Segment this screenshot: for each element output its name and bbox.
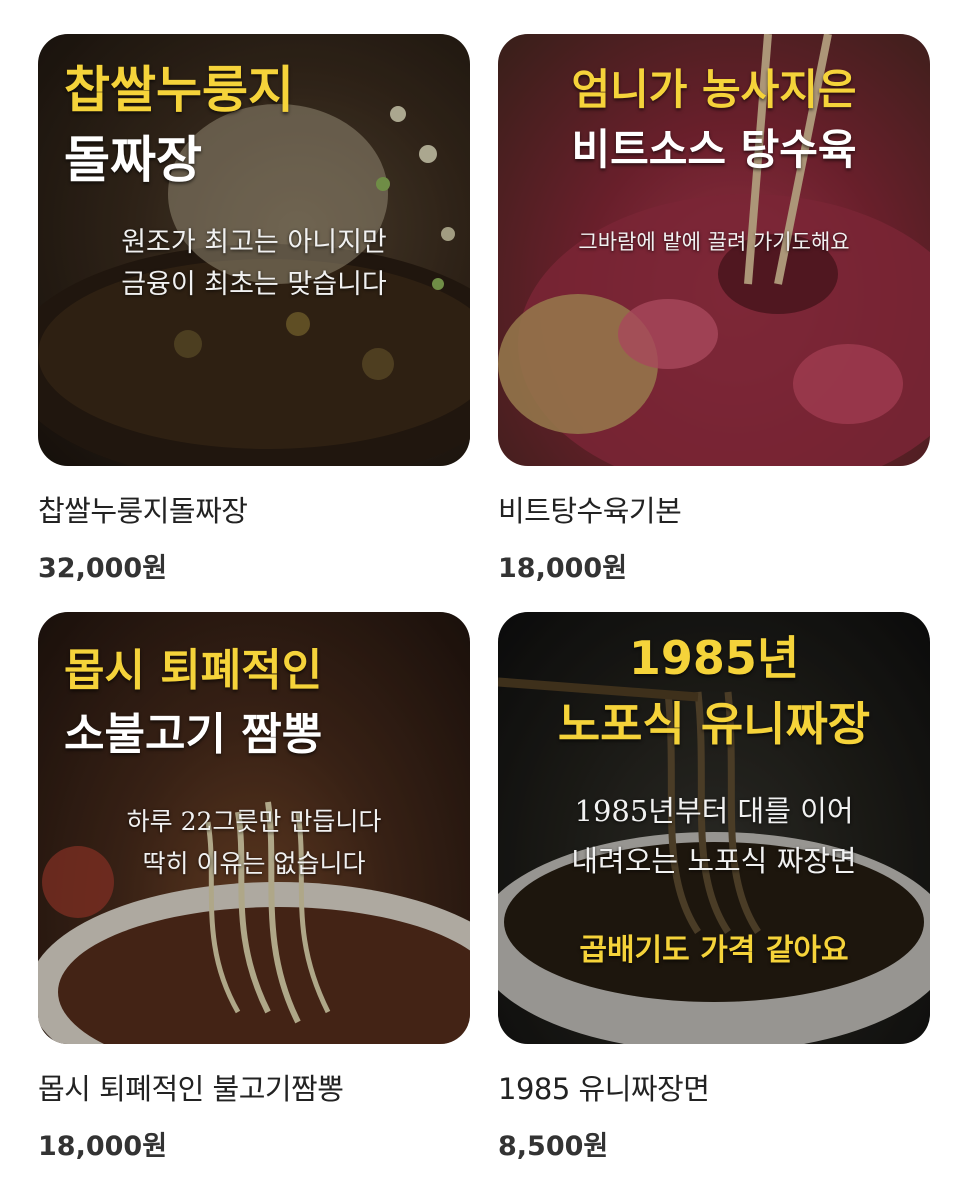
banner-caption-line1: 그바람에 밭에 끌려 가기도해요 — [578, 230, 850, 254]
banner-footer: 곱배기도 가격 같아요 — [579, 933, 849, 968]
product-name[interactable]: 찹쌀누룽지돌짜장 — [38, 488, 470, 530]
banner-caption-line1: 원조가 최고는 아니지만 — [121, 227, 387, 258]
product-name[interactable]: 1985 유니짜장면 — [498, 1066, 930, 1108]
product-price: 18,000원 — [38, 1131, 168, 1162]
banner-caption-line1: 하루 22그릇만 만듭니다 — [126, 807, 382, 836]
banner-title-line2: 노포식 유니짜장 — [557, 697, 871, 751]
banner-title-line2: 비트소스 탕수육 — [571, 125, 857, 174]
product-image[interactable]: 몹시 퇴폐적인 소불고기 짬뽕 하루 22그릇만 만듭니다 딱히 이유는 없습니… — [38, 612, 470, 1044]
product-price: 8,500원 — [498, 1131, 609, 1162]
banner-title-line1: 1985년 — [628, 631, 800, 685]
banner-caption-line2: 딱히 이유는 없습니다 — [142, 849, 366, 878]
product-card[interactable]: 1985년 노포식 유니짜장 1985년부터 대를 이어 내려오는 노포식 짜장… — [498, 612, 930, 1163]
product-card[interactable]: 찹쌀누룽지 돌짜장 원조가 최고는 아니지만 금융이 최초는 맞습니다 찹쌀누룽… — [38, 34, 470, 585]
banner-caption-line2: 내려오는 노포식 짜장면 — [571, 844, 857, 878]
product-card[interactable]: 엄니가 농사지은 비트소스 탕수육 그바람에 밭에 끌려 가기도해요 비트탕수육… — [498, 34, 930, 585]
product-price: 18,000원 — [498, 553, 628, 584]
banner-caption-line2: 금융이 최초는 맞습니다 — [121, 269, 387, 300]
product-name[interactable]: 비트탕수육기본 — [498, 488, 930, 530]
product-image[interactable]: 1985년 노포식 유니짜장 1985년부터 대를 이어 내려오는 노포식 짜장… — [498, 612, 930, 1044]
banner-title-line1: 찹쌀누룽지 — [64, 61, 294, 119]
product-image[interactable]: 엄니가 농사지은 비트소스 탕수육 그바람에 밭에 끌려 가기도해요 — [498, 34, 930, 466]
product-card[interactable]: 몹시 퇴폐적인 소불고기 짬뽕 하루 22그릇만 만듭니다 딱히 이유는 없습니… — [38, 612, 470, 1163]
product-name[interactable]: 몹시 퇴폐적인 불고기짬뽕 — [38, 1066, 470, 1108]
banner-title-line2: 돌짜장 — [64, 131, 202, 189]
banner-title-line1: 몹시 퇴폐적인 — [64, 645, 323, 696]
product-price: 32,000원 — [38, 553, 168, 584]
banner-caption-line1: 1985년부터 대를 이어 — [574, 794, 854, 828]
banner-title-line1: 엄니가 농사지은 — [571, 65, 857, 114]
product-image[interactable]: 찹쌀누룽지 돌짜장 원조가 최고는 아니지만 금융이 최초는 맞습니다 — [38, 34, 470, 466]
banner-title-line2: 소불고기 짬뽕 — [64, 709, 323, 760]
